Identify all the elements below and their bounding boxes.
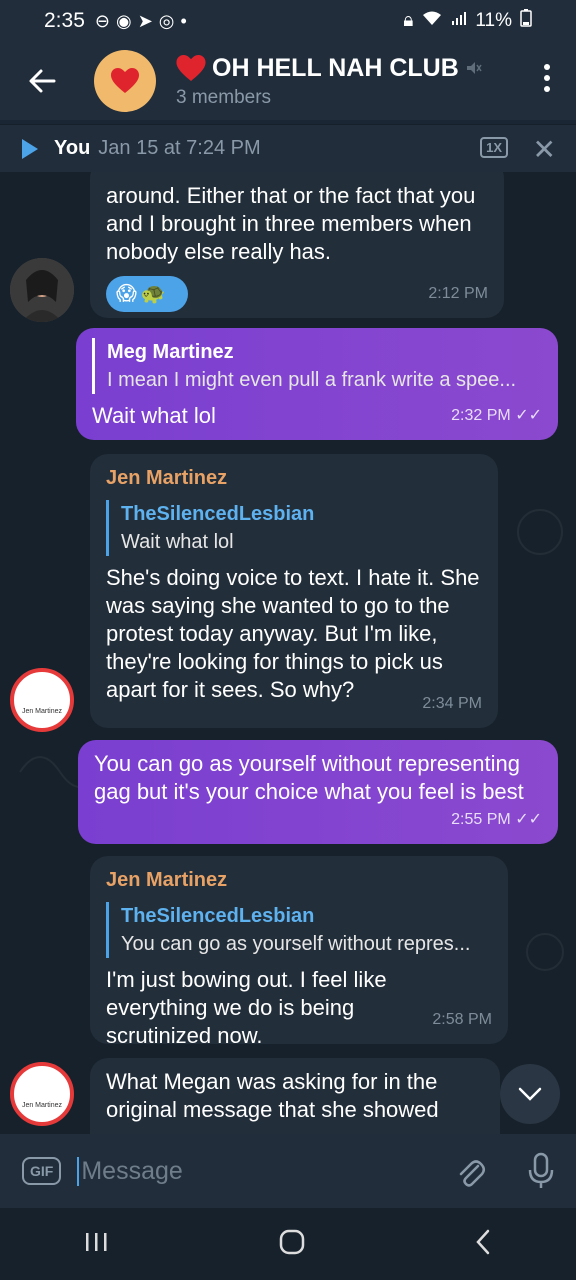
message-text: She's doing voice to text. I hate it. Sh… [106, 565, 480, 702]
reply-preview[interactable]: TheSilencedLesbian Wait what lol [106, 500, 482, 556]
message-time: 2:55 PM ✓✓ [451, 811, 542, 828]
message-text: What Megan was asking for in the origina… [106, 1069, 439, 1122]
dnd-icon: ⊖ [94, 10, 110, 31]
player-author: You [54, 137, 91, 159]
chat-header: OH HELL NAH CLUB 3 members [0, 42, 576, 120]
incoming-message[interactable]: What Megan was asking for in the origina… [90, 1058, 500, 1134]
telegram-icon: ➤ [137, 10, 153, 31]
reply-author: TheSilencedLesbian [121, 503, 315, 525]
recent-apps-button[interactable] [83, 1230, 111, 1259]
player-date: Jan 15 at 7:24 PM [98, 137, 261, 159]
reply-preview[interactable]: Meg Martinez I mean I might even pull a … [92, 338, 542, 394]
home-button[interactable] [278, 1228, 306, 1261]
back-arrow-icon [29, 69, 56, 93]
menu-dot [544, 64, 550, 70]
incoming-message[interactable]: around. Either that or the fact that you… [90, 172, 504, 318]
audio-player-bar[interactable]: You Jan 15 at 7:24 PM 1X ✕ [0, 124, 576, 172]
reply-preview[interactable]: TheSilencedLesbian You can go as yoursel… [106, 902, 492, 958]
reply-text: I mean I might even pull a frank write a… [107, 369, 517, 391]
back-button[interactable] [0, 42, 84, 120]
close-icon[interactable]: ✕ [533, 133, 556, 166]
incoming-message[interactable]: Jen Martinez TheSilencedLesbian Wait wha… [90, 454, 498, 728]
messenger-icon: ◉ [115, 10, 132, 31]
user-avatar[interactable] [10, 258, 74, 322]
dot-icon: • [180, 10, 187, 31]
sender-name: Jen Martinez [106, 869, 228, 891]
reactions[interactable]: 😱 🐢 [106, 276, 188, 312]
muted-icon [466, 62, 482, 74]
chat-subtitle: 3 members [176, 86, 272, 108]
group-avatar[interactable] [94, 50, 156, 112]
chevron-down-icon [518, 1087, 542, 1101]
attach-icon[interactable] [456, 1154, 486, 1193]
more-menu-button[interactable] [544, 64, 550, 92]
menu-dot [544, 75, 550, 81]
wifi-icon [421, 10, 443, 32]
signal-icon [451, 10, 467, 32]
message-text: You can go as yourself without represent… [94, 751, 524, 804]
reply-author: Meg Martinez [107, 341, 234, 363]
reaction-emoji: 🐢 [140, 283, 166, 305]
message-text: around. Either that or the fact that you… [106, 183, 476, 264]
incoming-message[interactable]: Jen Martinez TheSilencedLesbian You can … [90, 856, 508, 1048]
lock-icon: 🔒︎ [403, 10, 414, 31]
menu-dot [544, 86, 550, 92]
heart-icon [176, 54, 206, 81]
outgoing-message[interactable]: Meg Martinez I mean I might even pull a … [76, 328, 558, 440]
double-check-icon: ✓✓ [515, 407, 542, 424]
sender-name: Jen Martinez [106, 467, 228, 489]
play-icon[interactable] [22, 138, 38, 159]
reply-author: TheSilencedLesbian [121, 905, 315, 927]
microphone-icon[interactable] [528, 1152, 554, 1195]
notification-icons: ⊖ ◉ ➤ ◎ • [95, 11, 187, 32]
message-time: 2:32 PM ✓✓ [451, 407, 542, 424]
playback-speed-button[interactable]: 1X [480, 137, 508, 158]
status-time: 2:35 [44, 9, 85, 32]
instagram-icon: ◎ [158, 10, 175, 31]
message-time: 2:12 PM [428, 285, 488, 302]
back-nav-button[interactable] [473, 1228, 493, 1261]
avatar-label: Jen Martinez [21, 708, 63, 715]
user-avatar[interactable]: Jen Martinez [10, 668, 74, 732]
chat-title-block[interactable]: OH HELL NAH CLUB 3 members [176, 54, 483, 109]
title-row: OH HELL NAH CLUB [176, 54, 483, 83]
message-composer: GIF Message [0, 1134, 576, 1208]
battery-text: 11% [475, 10, 512, 31]
message-time: 2:58 PM [432, 1011, 492, 1028]
message-time: 2:34 PM [422, 695, 482, 712]
message-list[interactable]: around. Either that or the fact that you… [0, 172, 576, 1134]
status-right: 🔒︎ 11% [403, 9, 532, 33]
message-input[interactable]: Message [77, 1156, 183, 1186]
scroll-down-button[interactable] [500, 1064, 560, 1124]
system-nav-bar [0, 1208, 576, 1280]
gif-button[interactable]: GIF [22, 1157, 62, 1185]
outgoing-message[interactable]: You can go as yourself without represent… [78, 740, 558, 844]
reply-text: Wait what lol [121, 531, 234, 553]
user-avatar[interactable]: Jen Martinez [10, 1062, 74, 1126]
chat-title: OH HELL NAH CLUB [212, 53, 459, 82]
battery-icon [520, 9, 532, 33]
avatar-label: Jen Martinez [21, 1102, 63, 1109]
screen: 2:35 ⊖ ◉ ➤ ◎ • 🔒︎ 11% OH HELL NAH CLUB 3… [0, 0, 576, 1280]
status-bar: 2:35 ⊖ ◉ ➤ ◎ • 🔒︎ 11% [0, 0, 576, 42]
reaction-emoji: 😱 [116, 283, 137, 305]
heart-icon [111, 68, 139, 93]
reply-text: You can go as yourself without repres... [121, 933, 471, 955]
double-check-icon: ✓✓ [515, 811, 542, 828]
